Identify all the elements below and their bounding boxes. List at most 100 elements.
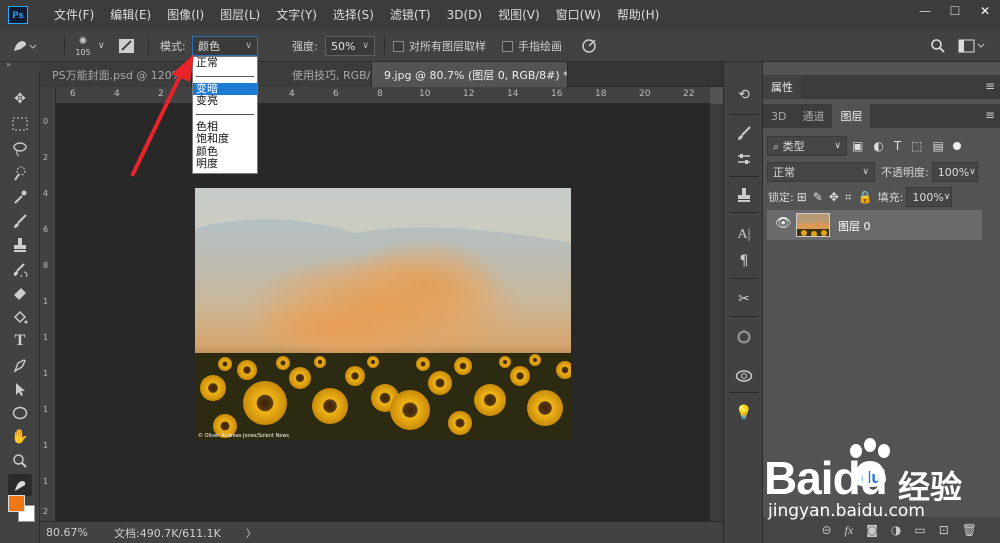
character-panel-button[interactable]: A|: [732, 224, 756, 246]
menu-filter[interactable]: 滤镜(T): [382, 0, 439, 30]
brush-preset-picker[interactable]: ✺ 105 ∨: [72, 30, 104, 62]
link-icon[interactable]: ⊝: [821, 523, 831, 537]
lock-transparent-icon[interactable]: ⊞: [797, 190, 807, 204]
type-tool[interactable]: T: [8, 330, 32, 352]
fill-label: 填充:: [877, 191, 904, 204]
lock-all-icon[interactable]: 🔒: [858, 190, 873, 204]
shape-filter-icon[interactable]: ⬚: [911, 139, 922, 153]
move-tool[interactable]: ✥: [8, 88, 32, 110]
status-menu-arrow[interactable]: 〉: [246, 525, 256, 540]
path-selection-tool[interactable]: [8, 378, 32, 400]
trash-icon[interactable]: 🗑: [962, 523, 977, 537]
tab-9-jpg[interactable]: 9.jpg @ 80.7% (图层 0, RGB/8#) * ✕: [372, 62, 568, 87]
filter-toggle-icon[interactable]: [952, 142, 961, 150]
menu-view[interactable]: 视图(V): [490, 0, 548, 30]
adjustment-filter-icon[interactable]: ◐: [873, 139, 883, 153]
lock-fill-row: 锁定: ⊞ ✎ ✥ ⌗ 🔒 填充: 100% ∨: [763, 186, 1000, 208]
quick-selection-icon: [14, 166, 26, 181]
menu-select[interactable]: 选择(S): [325, 0, 382, 30]
type-filter-icon[interactable]: T: [894, 139, 901, 153]
fill-input[interactable]: 100% ∨: [906, 187, 953, 207]
smudge-tool-preset[interactable]: [8, 30, 38, 62]
pen-tool[interactable]: [8, 354, 32, 376]
adjustment-icon[interactable]: ◑: [891, 523, 901, 537]
layer-name[interactable]: 图层 0: [838, 218, 871, 234]
history-brush-tool[interactable]: [8, 258, 32, 280]
paragraph-panel-button[interactable]: ¶: [732, 250, 756, 272]
zoom-tool[interactable]: [8, 450, 32, 472]
mask-icon[interactable]: ◙: [866, 523, 878, 537]
search-button[interactable]: [930, 30, 946, 62]
tab-channels[interactable]: 通道: [794, 104, 832, 128]
vertical-ruler: 0 2 4 6 8 1 1 1 1 1 1 2: [40, 87, 56, 521]
layer-filter-select[interactable]: ⌕ 类型 ∨: [767, 136, 847, 156]
finger-painting-checkbox[interactable]: [502, 40, 513, 52]
menu-image[interactable]: 图像(I): [159, 0, 212, 30]
canvas-scrollbar[interactable]: [710, 104, 723, 521]
tab-layers[interactable]: 图层: [832, 104, 871, 128]
smudge-tool[interactable]: [8, 474, 32, 496]
maximize-button[interactable]: ☐: [940, 0, 970, 22]
hand-tool[interactable]: ✋: [8, 426, 32, 448]
blend-mode-select[interactable]: 正常 ∨: [767, 162, 875, 182]
clone-stamp-tool[interactable]: [8, 234, 32, 256]
ruler-label: 1: [43, 369, 49, 378]
menu-type[interactable]: 文字(Y): [268, 0, 325, 30]
brush-settings-button[interactable]: [732, 122, 756, 144]
lock-artboard-icon[interactable]: ⌗: [845, 190, 852, 205]
eye-icon[interactable]: 👁: [775, 216, 792, 231]
scissors-icon: ✂: [738, 291, 750, 307]
toolbar-collapse[interactable]: »: [0, 60, 40, 72]
finger-painting-option[interactable]: 手指绘画: [502, 30, 562, 62]
foreground-color-swatch[interactable]: [8, 495, 25, 512]
layers-panel-tabs: 3D 通道 图层 ≡: [763, 104, 1000, 128]
strength-input[interactable]: 50% ∨: [325, 36, 375, 56]
menu-file[interactable]: 文件(F): [46, 0, 102, 30]
opacity-input[interactable]: 100% ∨: [931, 162, 978, 182]
history-panel-button[interactable]: ⟲: [732, 84, 756, 106]
creative-cloud-button[interactable]: [732, 364, 756, 386]
clone-source-icon: [738, 188, 750, 202]
eraser-tool[interactable]: [8, 282, 32, 304]
panel-menu-icon[interactable]: ≡: [985, 79, 995, 93]
paint-bucket-tool[interactable]: [8, 306, 32, 328]
new-layer-icon[interactable]: ⊡: [939, 523, 949, 537]
marquee-tool[interactable]: [8, 113, 32, 135]
tab-3d[interactable]: 3D: [763, 104, 794, 128]
lock-position-icon[interactable]: ✥: [829, 190, 839, 204]
quick-selection-tool[interactable]: [8, 162, 32, 184]
layer-thumbnail-image: [797, 214, 829, 236]
folder-icon[interactable]: ▭: [914, 523, 925, 537]
chevron-down-icon: ∨: [362, 41, 369, 51]
workspace-button[interactable]: [958, 30, 986, 62]
eyedropper-tool[interactable]: [8, 186, 32, 208]
brush-tool[interactable]: [8, 210, 32, 232]
history-icon: ⟲: [738, 87, 750, 103]
tab-properties[interactable]: 属性: [763, 75, 801, 99]
image-filter-icon[interactable]: ▣: [852, 139, 863, 153]
zoom-level[interactable]: 80.67%: [46, 526, 108, 539]
panel-menu-icon[interactable]: ≡: [985, 108, 995, 122]
document-image[interactable]: © Oliver Andreas Jones/Solent News: [195, 188, 571, 440]
menu-layer[interactable]: 图层(L): [212, 0, 268, 30]
tool-presets-button[interactable]: [732, 148, 756, 170]
smart-object-filter-icon[interactable]: ▤: [933, 139, 944, 153]
pressure-button[interactable]: [580, 30, 598, 62]
menu-3d[interactable]: 3D(D): [439, 0, 490, 30]
tools-panel-button[interactable]: ✂: [732, 288, 756, 310]
sample-all-layers-option[interactable]: 对所有图层取样: [393, 30, 486, 62]
opacity-value: 100%: [937, 165, 970, 179]
menu-edit[interactable]: 编辑(E): [102, 0, 159, 30]
ellipse-tool[interactable]: [8, 402, 32, 424]
menu-window[interactable]: 窗口(W): [548, 0, 609, 30]
learn-panel-button[interactable]: 💡: [732, 402, 756, 424]
sample-all-layers-checkbox[interactable]: [393, 40, 404, 52]
layer-row[interactable]: 👁 图层 0: [767, 210, 982, 240]
clone-source-button[interactable]: [732, 184, 756, 206]
minimize-button[interactable]: —: [910, 0, 940, 22]
lock-paint-icon[interactable]: ✎: [813, 190, 823, 204]
adjustments-panel-button[interactable]: [732, 326, 756, 348]
close-button[interactable]: ✕: [970, 0, 1000, 22]
lasso-tool[interactable]: [8, 138, 32, 160]
menu-help[interactable]: 帮助(H): [609, 0, 667, 30]
